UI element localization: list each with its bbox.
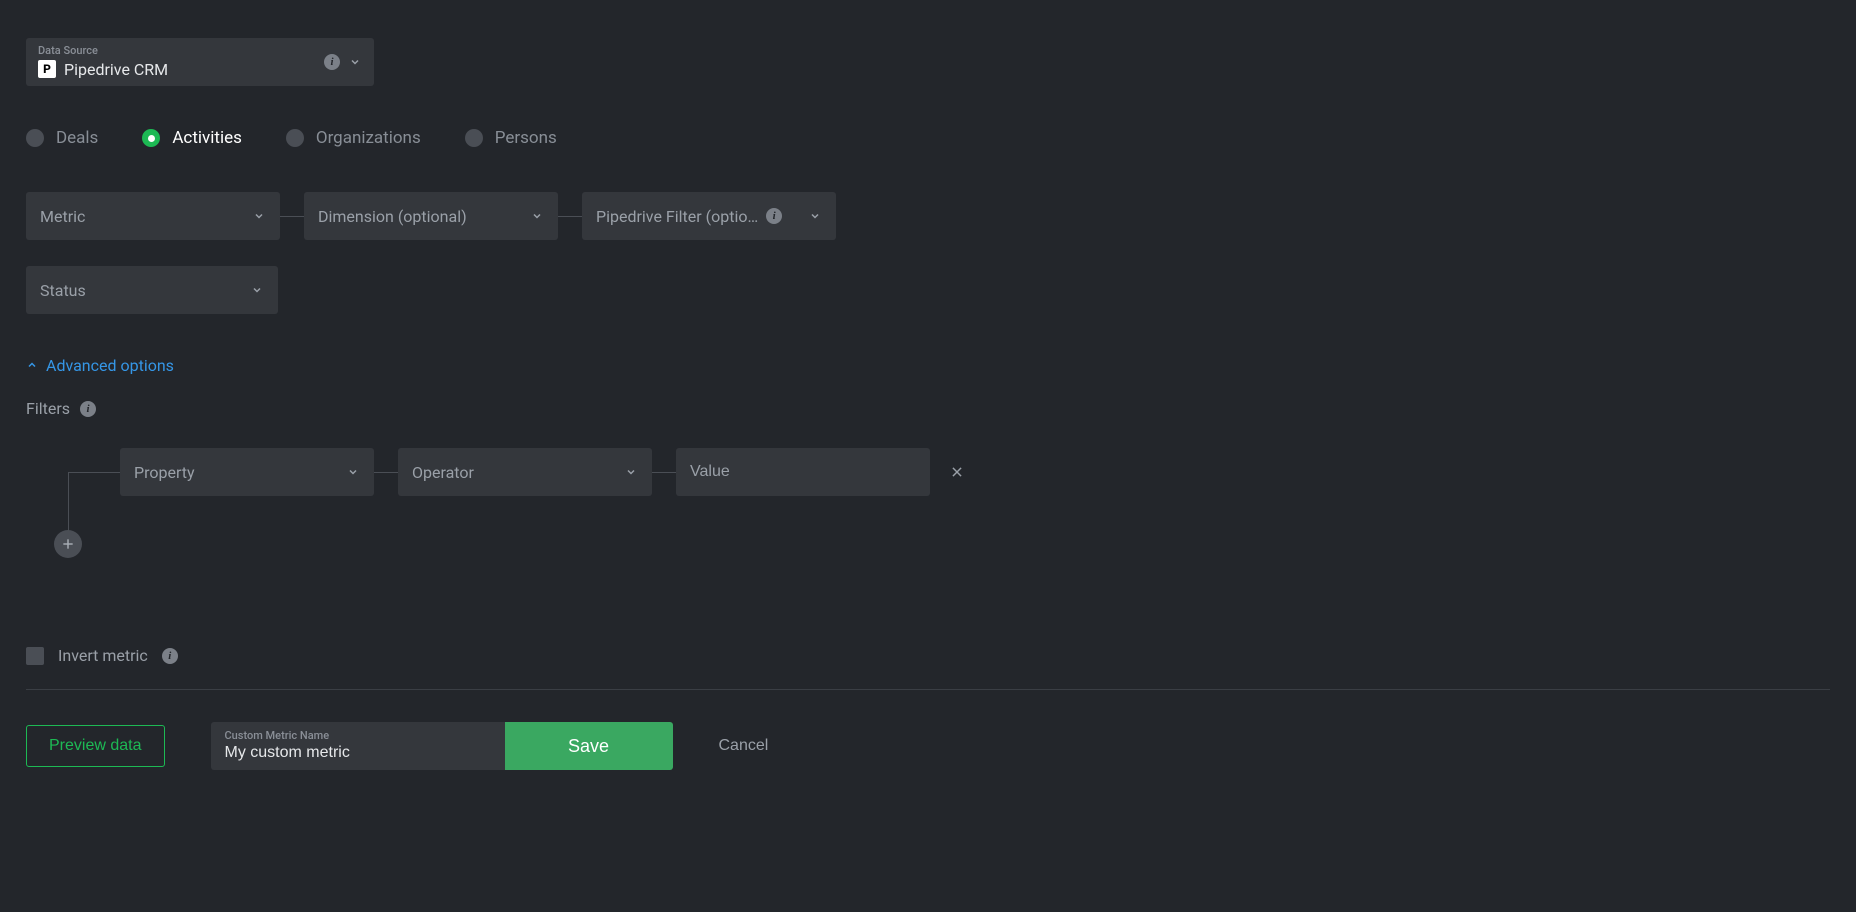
- preview-data-button[interactable]: Preview data: [26, 725, 165, 767]
- connector-line: [374, 472, 398, 473]
- chevron-down-icon: [348, 55, 362, 69]
- save-button-label: Save: [568, 736, 609, 756]
- filter-builder: Property Operator: [26, 448, 1830, 496]
- radio-label: Persons: [495, 128, 557, 148]
- dimension-select-label: Dimension (optional): [318, 207, 467, 226]
- status-select[interactable]: Status: [26, 266, 278, 314]
- filter-operator-label: Operator: [412, 463, 474, 482]
- chevron-down-icon: [530, 209, 544, 223]
- pipedrive-icon: P: [38, 60, 56, 78]
- metric-select[interactable]: Metric: [26, 192, 280, 240]
- radio-label: Deals: [56, 128, 98, 148]
- preview-data-label: Preview data: [49, 737, 142, 755]
- custom-metric-name-label: Custom Metric Name: [225, 729, 330, 742]
- connector-line: [68, 472, 120, 473]
- data-source-field-label: Data Source: [38, 44, 98, 57]
- radio-circle-icon: [142, 129, 160, 147]
- info-icon[interactable]: i: [324, 54, 340, 70]
- connector-line: [558, 216, 582, 217]
- invert-metric-checkbox[interactable]: [26, 647, 44, 665]
- chevron-down-icon: [250, 283, 264, 297]
- radio-circle-icon: [286, 129, 304, 147]
- info-icon[interactable]: i: [766, 208, 782, 224]
- divider: [26, 689, 1830, 690]
- metric-select-label: Metric: [40, 207, 85, 226]
- remove-filter-button[interactable]: [948, 463, 966, 481]
- footer-actions: Preview data Custom Metric Name Save Can…: [26, 722, 1830, 770]
- info-icon[interactable]: i: [162, 648, 178, 664]
- radio-deals[interactable]: Deals: [26, 128, 98, 148]
- advanced-options-label: Advanced options: [46, 356, 174, 375]
- data-source-value: Pipedrive CRM: [64, 60, 168, 79]
- selector-row-2: Status: [26, 266, 1830, 314]
- radio-circle-icon: [465, 129, 483, 147]
- selector-row-1: Metric Dimension (optional) Pipedrive Fi…: [26, 192, 1830, 240]
- data-source-select[interactable]: Data Source P Pipedrive CRM i: [26, 38, 374, 86]
- radio-circle-icon: [26, 129, 44, 147]
- advanced-options-toggle[interactable]: Advanced options: [26, 356, 1830, 375]
- connector-line: [652, 472, 676, 473]
- custom-metric-name-field[interactable]: Custom Metric Name: [211, 722, 505, 770]
- chevron-up-icon: [26, 356, 38, 375]
- filter-value-input[interactable]: [690, 463, 916, 481]
- save-button[interactable]: Save: [505, 722, 673, 770]
- filter-operator-select[interactable]: Operator: [398, 448, 652, 496]
- invert-metric-label: Invert metric: [58, 646, 148, 665]
- filters-label: Filters: [26, 399, 70, 418]
- radio-label: Activities: [172, 128, 242, 148]
- chevron-down-icon: [346, 465, 360, 479]
- pipedrive-filter-label: Pipedrive Filter (optio…: [596, 207, 758, 226]
- status-select-label: Status: [40, 281, 86, 300]
- pipedrive-filter-select[interactable]: Pipedrive Filter (optio… i: [582, 192, 836, 240]
- filter-property-label: Property: [134, 463, 195, 482]
- cancel-button[interactable]: Cancel: [719, 737, 769, 755]
- radio-organizations[interactable]: Organizations: [286, 128, 421, 148]
- chevron-down-icon: [624, 465, 638, 479]
- invert-metric-row: Invert metric i: [26, 646, 1830, 665]
- dimension-select[interactable]: Dimension (optional): [304, 192, 558, 240]
- info-icon[interactable]: i: [80, 401, 96, 417]
- connector-line: [280, 216, 304, 217]
- add-filter-button[interactable]: [54, 530, 82, 558]
- chevron-down-icon: [808, 209, 822, 223]
- filter-value-input-wrap[interactable]: [676, 448, 930, 496]
- radio-label: Organizations: [316, 128, 421, 148]
- filter-property-select[interactable]: Property: [120, 448, 374, 496]
- filter-row: Property Operator: [68, 448, 1830, 496]
- name-save-group: Custom Metric Name Save: [211, 722, 673, 770]
- cancel-button-label: Cancel: [719, 737, 769, 754]
- custom-metric-name-input[interactable]: [225, 744, 491, 762]
- radio-persons[interactable]: Persons: [465, 128, 557, 148]
- radio-activities[interactable]: Activities: [142, 128, 242, 148]
- filters-header: Filters i: [26, 399, 1830, 418]
- category-radio-group: Deals Activities Organizations Persons: [26, 128, 1830, 148]
- chevron-down-icon: [252, 209, 266, 223]
